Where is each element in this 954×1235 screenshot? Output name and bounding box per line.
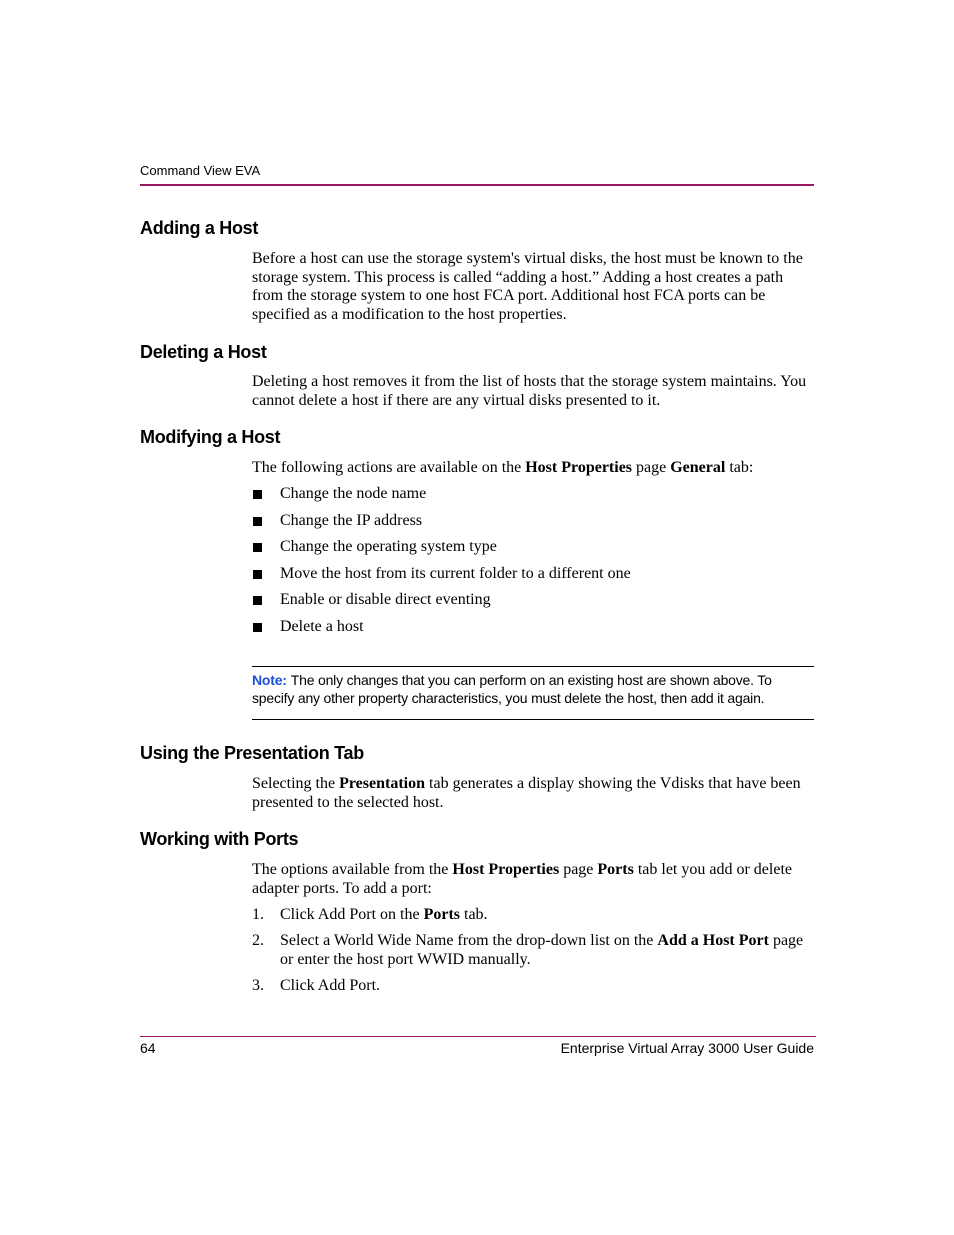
- square-bullet-icon: [253, 543, 262, 552]
- modify-actions-list: Change the node name Change the IP addre…: [252, 485, 631, 644]
- body-bold-presentation: Presentation: [339, 775, 426, 792]
- square-bullet-icon: [253, 596, 262, 605]
- heading-modifying-a-host: Modifying a Host: [140, 427, 281, 447]
- guide-title: Enterprise Virtual Array 3000 User Guide: [560, 1040, 814, 1056]
- intro-text: The following actions are available on t…: [252, 459, 526, 476]
- square-bullet-icon: [253, 516, 262, 526]
- square-bullet-icon: [253, 622, 262, 632]
- heading-deleting-a-host: Deleting a Host: [140, 342, 267, 362]
- note-label: Note:: [252, 672, 287, 688]
- intro-bold-host-properties: Host Properties: [452, 861, 560, 878]
- list-item-text: Delete a host: [280, 617, 364, 635]
- list-item-text: Move the host from its current folder to…: [280, 564, 631, 582]
- running-head: Command View EVA: [140, 163, 261, 178]
- paragraph-modifying-intro: The following actions are available on t…: [252, 459, 814, 478]
- intro-text: page: [632, 459, 671, 476]
- square-bullet-icon: [253, 569, 262, 579]
- add-port-steps: 1. Click Add Port on the Ports tab. 2. Sel…: [252, 906, 814, 1003]
- paragraph-ports-intro: The options available from the Host Prop…: [252, 861, 814, 898]
- step-number: 2.: [252, 932, 264, 950]
- square-bullet-icon: [253, 490, 262, 499]
- list-item-text: Enable or disable direct eventing: [280, 591, 491, 608]
- note-box: Note: The only changes that you can perfo…: [252, 666, 814, 720]
- heading-working-with-ports: Working with Ports: [140, 829, 299, 849]
- list-item: Change the IP address: [252, 512, 631, 539]
- list-item-text: Change the IP address: [280, 511, 423, 529]
- step-bold: Add a Host Port: [657, 932, 769, 950]
- heading-adding-a-host: Adding a Host: [140, 218, 259, 238]
- step-text: Click Add Port on the: [280, 906, 424, 923]
- footer-rule: [140, 1036, 816, 1037]
- list-item-text: Change the node name: [280, 485, 427, 502]
- list-item: Move the host from its current folder to…: [252, 565, 631, 592]
- paragraph-adding-a-host: Before a host can use the storage system…: [252, 250, 803, 324]
- paragraph-presentation: Selecting the Presentation tab generates…: [252, 775, 814, 812]
- step-number: 1.: [252, 906, 264, 923]
- body-text: Selecting the: [252, 775, 340, 792]
- paragraph-deleting-a-host: Deleting a host removes it from the list…: [252, 373, 807, 409]
- intro-text: tab:: [725, 459, 754, 476]
- step-number: 3.: [252, 977, 264, 995]
- page-number: 64: [140, 1040, 156, 1056]
- step-text: Select a World Wide Name from the drop-d…: [280, 932, 658, 950]
- list-item: Change the operating system type: [252, 538, 631, 565]
- step-item: 2. Select a World Wide Name from the drop…: [252, 932, 814, 969]
- list-item: Change the node name: [252, 485, 631, 512]
- step-bold: Ports: [423, 906, 460, 923]
- heading-presentation-tab: Using the Presentation Tab: [140, 743, 364, 763]
- step-text: tab.: [460, 906, 488, 923]
- note-text: The only changes that you can perform on…: [252, 672, 772, 706]
- step-item: 1. Click Add Port on the Ports tab.: [252, 906, 814, 925]
- step-item: 3. Click Add Port.: [252, 977, 814, 996]
- list-item-text: Change the operating system type: [280, 538, 497, 555]
- list-item: Enable or disable direct eventing: [252, 591, 631, 618]
- intro-bold-general: General: [670, 459, 726, 476]
- intro-bold-ports: Ports: [597, 861, 634, 878]
- intro-text: page: [559, 861, 598, 878]
- intro-bold-host-properties: Host Properties: [525, 459, 633, 476]
- list-item: Delete a host: [252, 618, 631, 645]
- header-rule: [140, 184, 814, 186]
- step-text: Click Add Port.: [280, 977, 381, 995]
- intro-text: The options available from the: [252, 861, 453, 878]
